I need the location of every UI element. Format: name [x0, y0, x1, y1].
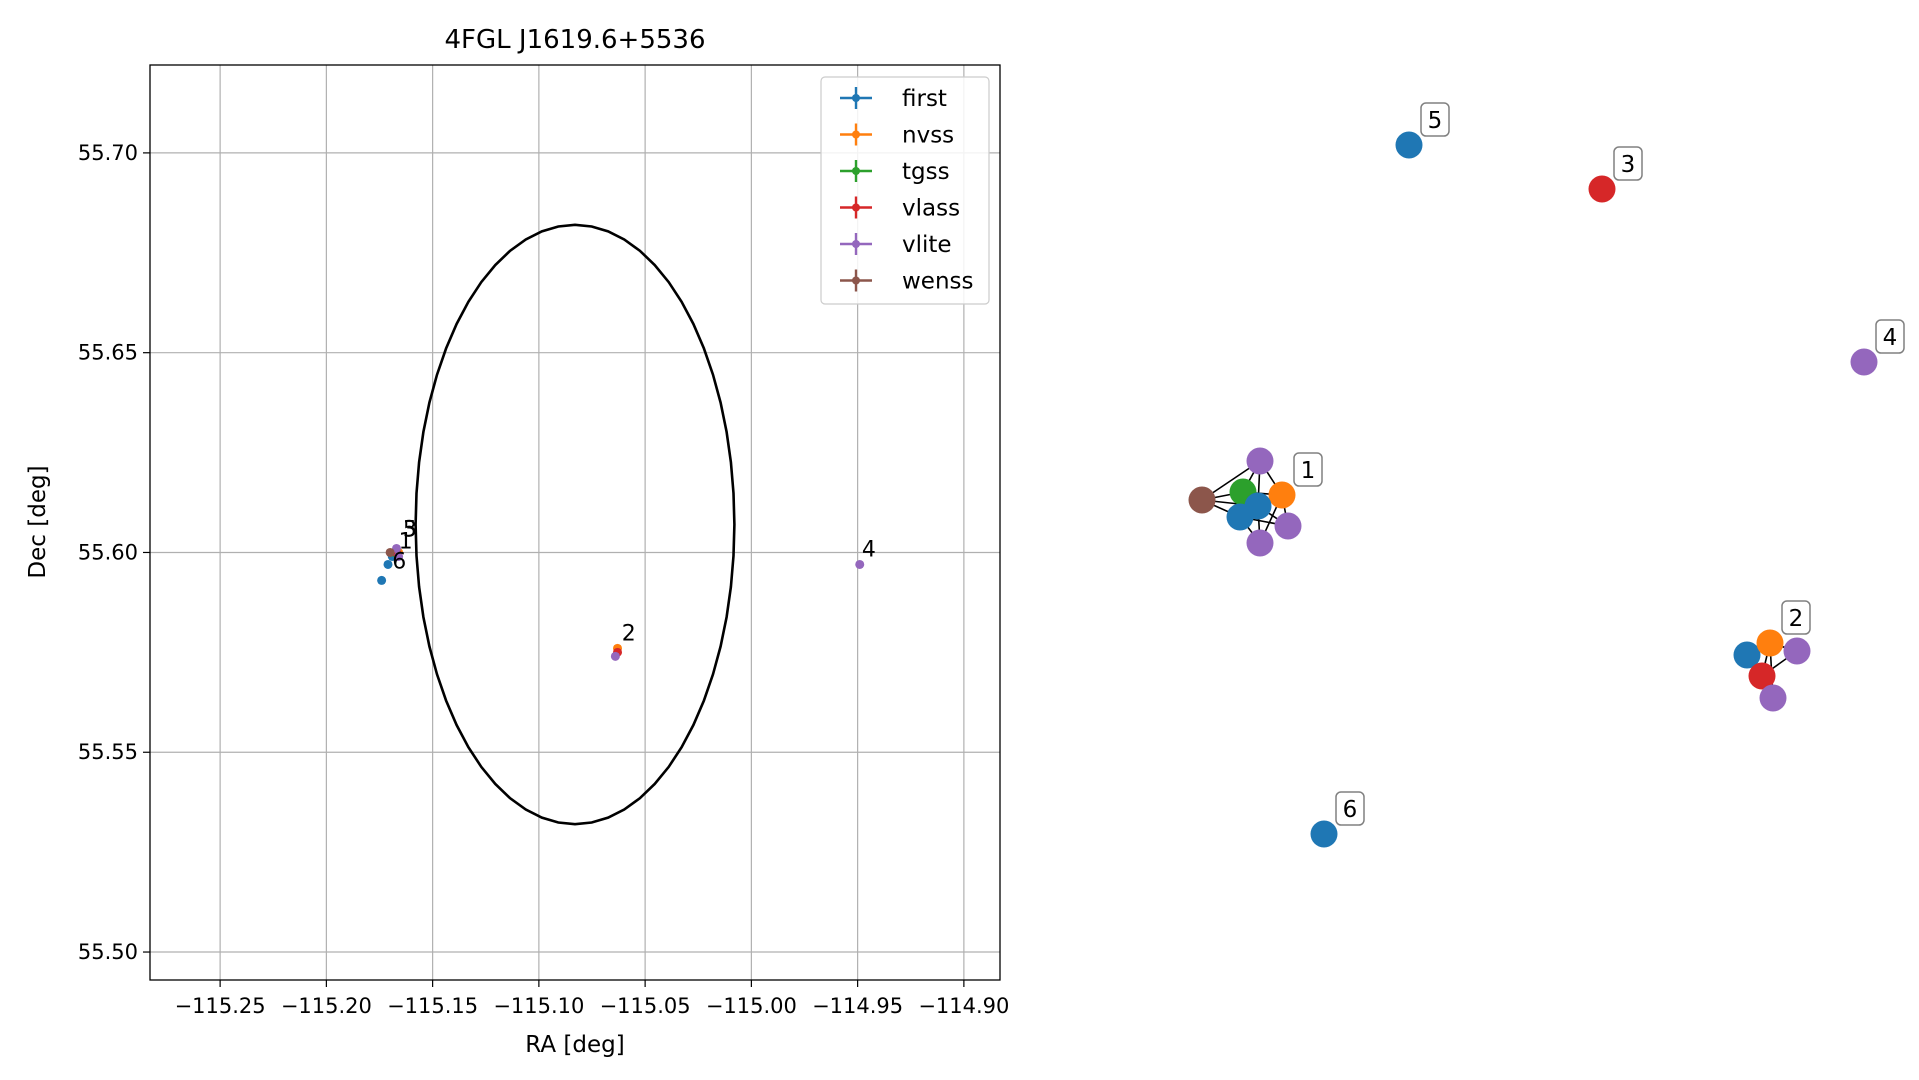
node-c2-nvss: [1756, 629, 1784, 657]
node-c1-first-b: [1226, 503, 1254, 531]
x-ticks: −115.25 −115.20 −115.15 −115.10 −115.05 −115.…: [175, 980, 1009, 1018]
x-tick-label: −114.90: [918, 994, 1009, 1018]
point-label: 4: [862, 537, 876, 562]
chart-title: 4FGL J1619.6+5536: [445, 25, 706, 55]
x-tick-label: −115.25: [175, 994, 266, 1018]
node-n3-vlass: [1588, 175, 1616, 203]
x-tick-label: −115.00: [706, 994, 797, 1018]
network-nodes: [1188, 131, 1878, 848]
network-label: 3: [1621, 152, 1636, 178]
node-c1-vlite-c: [1246, 529, 1274, 557]
y-tick-label: 55.70: [78, 141, 138, 165]
network-label: 6: [1343, 797, 1358, 823]
legend-label: first: [902, 86, 947, 112]
x-tick-label: −115.15: [387, 994, 478, 1018]
x-axis-label: RA [deg]: [525, 1032, 624, 1058]
x-tick-label: −115.10: [493, 994, 584, 1018]
legend-label: nvss: [902, 123, 954, 149]
x-tick-label: −114.95: [812, 994, 903, 1018]
legend-label: wenss: [902, 269, 974, 295]
y-ticks: 55.50 55.55 55.60 55.65 55.70: [78, 141, 150, 964]
node-c1-nvss: [1268, 481, 1296, 509]
y-axis-label: Dec [deg]: [25, 465, 51, 578]
network-label: 1: [1301, 458, 1316, 484]
legend-label: tgss: [902, 159, 950, 185]
y-tick-label: 55.50: [78, 940, 138, 964]
network-label: 2: [1789, 606, 1804, 632]
x-tick-label: −115.05: [600, 994, 691, 1018]
x-tick-label: −115.20: [281, 994, 372, 1018]
node-n5-first: [1395, 131, 1423, 159]
y-tick-label: 55.55: [78, 740, 138, 764]
node-n4-vlite: [1850, 348, 1878, 376]
legend: first nvss tgss vlass vlite wenss: [820, 76, 990, 305]
legend-label: vlass: [902, 196, 960, 222]
point-vlite: [610, 651, 620, 661]
y-tick-label: 55.60: [78, 540, 138, 564]
legend-marker-dot: [852, 240, 860, 248]
legend-label: vlite: [902, 232, 952, 258]
network-label: 4: [1883, 325, 1898, 351]
node-c1-vlite-b: [1274, 512, 1302, 540]
point-first: [377, 575, 387, 585]
figure: 531624 −115.25 −115.20 −115.15 −115.10 −115.…: [25, 25, 1905, 1058]
network-labels: 1 2 3 4 5 6: [1293, 102, 1905, 826]
scatter-plot: 531624 −115.25 −115.20 −115.15 −115.10 −115.…: [25, 25, 1009, 1058]
legend-marker-dot: [852, 130, 860, 139]
node-c2-vlite-b: [1759, 684, 1787, 712]
node-n6-first: [1310, 820, 1338, 848]
point-label: 2: [622, 621, 636, 646]
point-label: 6: [392, 549, 406, 574]
legend-marker-dot: [852, 203, 860, 212]
node-c1-wenss: [1188, 486, 1216, 514]
node-c2-vlite-a: [1783, 637, 1811, 665]
network-graph: 1 2 3 4 5 6: [1188, 102, 1905, 848]
legend-marker-dot: [852, 276, 860, 285]
y-tick-label: 55.65: [78, 341, 138, 365]
legend-marker-dot: [852, 167, 860, 175]
network-label: 5: [1428, 108, 1443, 134]
legend-marker-dot: [852, 94, 860, 102]
node-c1-vlite-a: [1246, 447, 1274, 475]
point-first: [383, 559, 393, 569]
